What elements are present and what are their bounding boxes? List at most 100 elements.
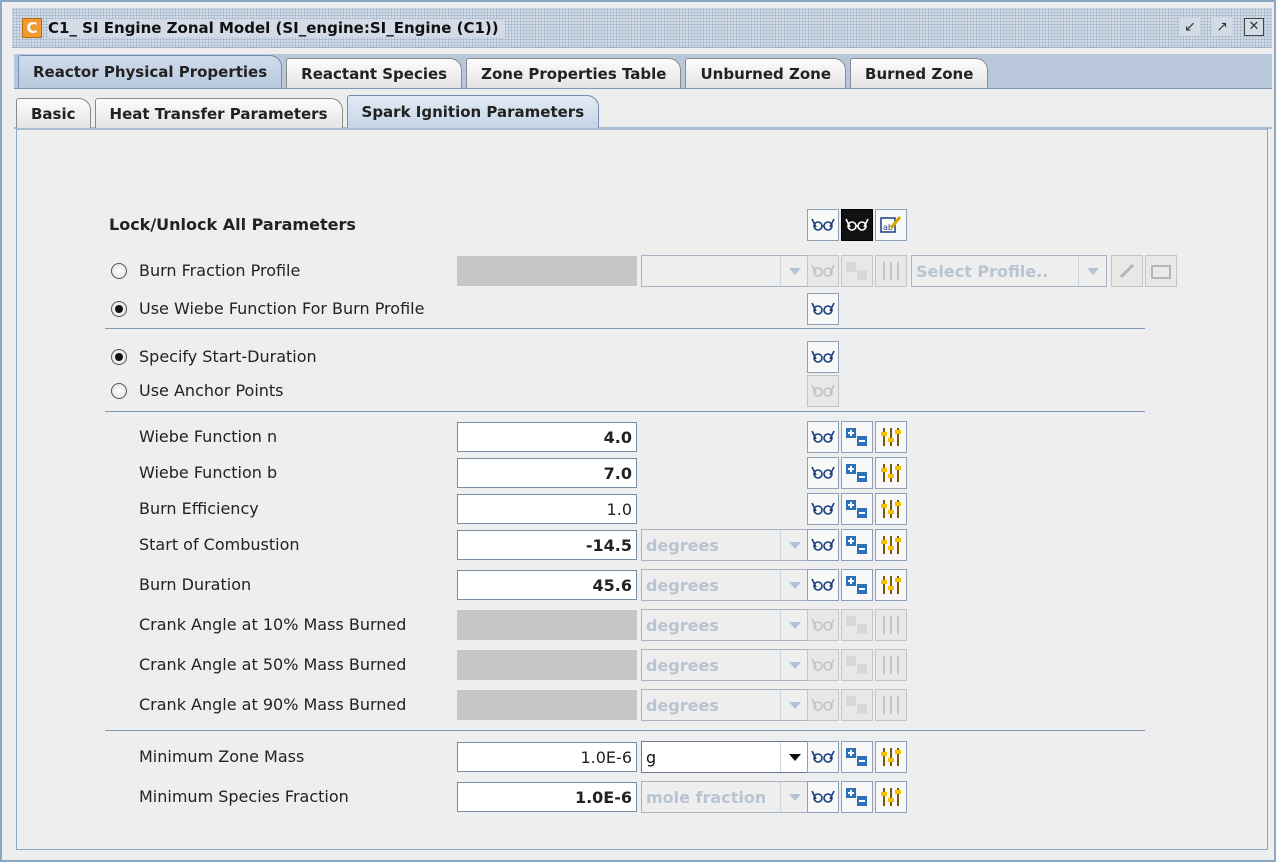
chevron-down-icon xyxy=(780,256,808,286)
plus-minus-icon xyxy=(841,689,873,721)
tab-burned-zone[interactable]: Burned Zone xyxy=(850,58,989,88)
wiebe-n-field[interactable]: 4.0 xyxy=(457,422,637,452)
window-frame: C C1_ SI Engine Zonal Model (SI_engine:S… xyxy=(0,0,1276,862)
crank-angle-90-field xyxy=(457,690,637,720)
lock-glasses-icon[interactable] xyxy=(807,457,839,489)
unit-label: g xyxy=(646,748,657,767)
param-row: Crank Angle at 90% Mass Burned degrees xyxy=(17,688,1267,722)
plus-minus-icon[interactable] xyxy=(841,781,873,813)
plus-minus-icon[interactable] xyxy=(841,569,873,601)
unit-label: degrees xyxy=(646,656,719,675)
burn-fraction-profile-field xyxy=(457,256,637,286)
burn-fraction-profile-radio[interactable] xyxy=(111,263,127,279)
tab-spark-ignition-parameters[interactable]: Spark Ignition Parameters xyxy=(346,95,600,128)
burn-efficiency-field[interactable]: 1.0 xyxy=(457,494,637,524)
chevron-down-icon xyxy=(780,610,808,640)
min-species-fraction-row: Minimum Species Fraction 1.0E-6 mole fra… xyxy=(17,780,1267,814)
lock-glasses-icon[interactable] xyxy=(807,493,839,525)
lock-glasses-icon[interactable] xyxy=(807,569,839,601)
unit-combo: degrees xyxy=(641,569,809,601)
param-row: Wiebe Function n 4.0 xyxy=(17,420,1267,454)
crank-angle-50-field xyxy=(457,650,637,680)
lock-glasses-icon[interactable] xyxy=(807,341,839,373)
lock-glasses-icon[interactable] xyxy=(807,293,839,325)
chevron-down-icon xyxy=(780,782,808,812)
anchor-points-radio[interactable] xyxy=(111,383,127,399)
param-label: Start of Combustion xyxy=(139,535,300,554)
sliders-icon[interactable] xyxy=(875,421,907,453)
param-row: Wiebe Function b 7.0 xyxy=(17,456,1267,490)
section-divider xyxy=(105,730,1145,731)
param-label: Crank Angle at 90% Mass Burned xyxy=(139,695,407,714)
lock-glasses-icon xyxy=(807,689,839,721)
tab-unburned-zone[interactable]: Unburned Zone xyxy=(685,58,847,88)
param-label: Burn Duration xyxy=(139,575,252,594)
param-row: Start of Combustion -14.5 degrees xyxy=(17,528,1267,562)
title-bar[interactable]: C C1_ SI Engine Zonal Model (SI_engine:S… xyxy=(12,8,1272,48)
plus-minus-icon[interactable] xyxy=(841,493,873,525)
min-zone-mass-field[interactable]: 1.0E-6 xyxy=(457,742,637,772)
lock-glasses-icon[interactable] xyxy=(841,209,873,241)
tab-basic[interactable]: Basic xyxy=(16,98,91,128)
param-label: Wiebe Function b xyxy=(139,463,278,482)
plus-minus-icon[interactable] xyxy=(841,421,873,453)
maximize-icon[interactable]: ↗ xyxy=(1212,18,1232,36)
lock-glasses-icon[interactable] xyxy=(807,529,839,561)
tab-reactor-physical-properties[interactable]: Reactor Physical Properties xyxy=(18,55,283,88)
crank-angle-10-field xyxy=(457,610,637,640)
lock-glasses-icon xyxy=(807,609,839,641)
unlock-glasses-icon[interactable] xyxy=(807,209,839,241)
unit-combo: degrees xyxy=(641,689,809,721)
sliders-icon[interactable] xyxy=(875,781,907,813)
plus-minus-icon xyxy=(841,609,873,641)
wiebe-function-radio[interactable] xyxy=(111,301,127,317)
start-of-combustion-field[interactable]: -14.5 xyxy=(457,530,637,560)
sliders-icon[interactable] xyxy=(875,457,907,489)
wiebe-b-field[interactable]: 7.0 xyxy=(457,458,637,488)
unit-label: degrees xyxy=(646,576,719,595)
tab-heat-transfer-parameters[interactable]: Heat Transfer Parameters xyxy=(94,98,343,128)
tab-reactant-species[interactable]: Reactant Species xyxy=(286,58,463,88)
plus-minus-icon xyxy=(841,649,873,681)
param-row: Crank Angle at 50% Mass Burned degrees xyxy=(17,648,1267,682)
plus-minus-icon[interactable] xyxy=(841,741,873,773)
param-row: Burn Duration 45.6 degrees xyxy=(17,568,1267,602)
sliders-icon[interactable] xyxy=(875,569,907,601)
min-species-fraction-field[interactable]: 1.0E-6 xyxy=(457,782,637,812)
chevron-down-icon[interactable] xyxy=(780,742,808,772)
start-duration-radio[interactable] xyxy=(111,349,127,365)
plus-minus-icon[interactable] xyxy=(841,457,873,489)
lock-glasses-icon[interactable] xyxy=(807,421,839,453)
sliders-icon[interactable] xyxy=(875,741,907,773)
unit-label: degrees xyxy=(646,696,719,715)
tab-zone-properties-table[interactable]: Zone Properties Table xyxy=(466,58,682,88)
chevron-down-icon xyxy=(1078,256,1106,286)
top-tabs: Reactor Physical Properties Reactant Spe… xyxy=(18,54,992,88)
chevron-down-icon xyxy=(780,650,808,680)
param-label: Wiebe Function n xyxy=(139,427,278,446)
spark-ignition-panel: Lock/Unlock All Parameters ab Burn Fract… xyxy=(16,128,1268,850)
burn-fraction-profile-label: Burn Fraction Profile xyxy=(139,261,301,280)
sliders-icon xyxy=(875,649,907,681)
lock-all-row: Lock/Unlock All Parameters ab xyxy=(17,208,1267,242)
restore-icon[interactable]: ↙ xyxy=(1180,18,1200,36)
min-zone-mass-unit-combo[interactable]: g xyxy=(641,741,809,773)
unit-combo: degrees xyxy=(641,609,809,641)
chevron-down-icon xyxy=(780,690,808,720)
sliders-icon[interactable] xyxy=(875,529,907,561)
param-row: Crank Angle at 10% Mass Burned degrees xyxy=(17,608,1267,642)
lock-glasses-icon[interactable] xyxy=(807,781,839,813)
lock-glasses-icon[interactable] xyxy=(807,741,839,773)
lock-glasses-icon xyxy=(807,649,839,681)
wiebe-function-label: Use Wiebe Function For Burn Profile xyxy=(139,299,425,318)
burn-duration-field[interactable]: 45.6 xyxy=(457,570,637,600)
edit-pencil-icon xyxy=(1111,255,1143,287)
edit-all-icon[interactable]: ab xyxy=(875,209,907,241)
plus-minus-icon[interactable] xyxy=(841,529,873,561)
lock-glasses-icon xyxy=(807,375,839,407)
lock-all-label: Lock/Unlock All Parameters xyxy=(109,215,356,234)
sliders-icon[interactable] xyxy=(875,493,907,525)
close-icon[interactable]: ✕ xyxy=(1244,18,1264,36)
start-duration-row: Specify Start-Duration xyxy=(17,340,1267,374)
window-title: C1_ SI Engine Zonal Model (SI_engine:SI_… xyxy=(48,19,505,37)
